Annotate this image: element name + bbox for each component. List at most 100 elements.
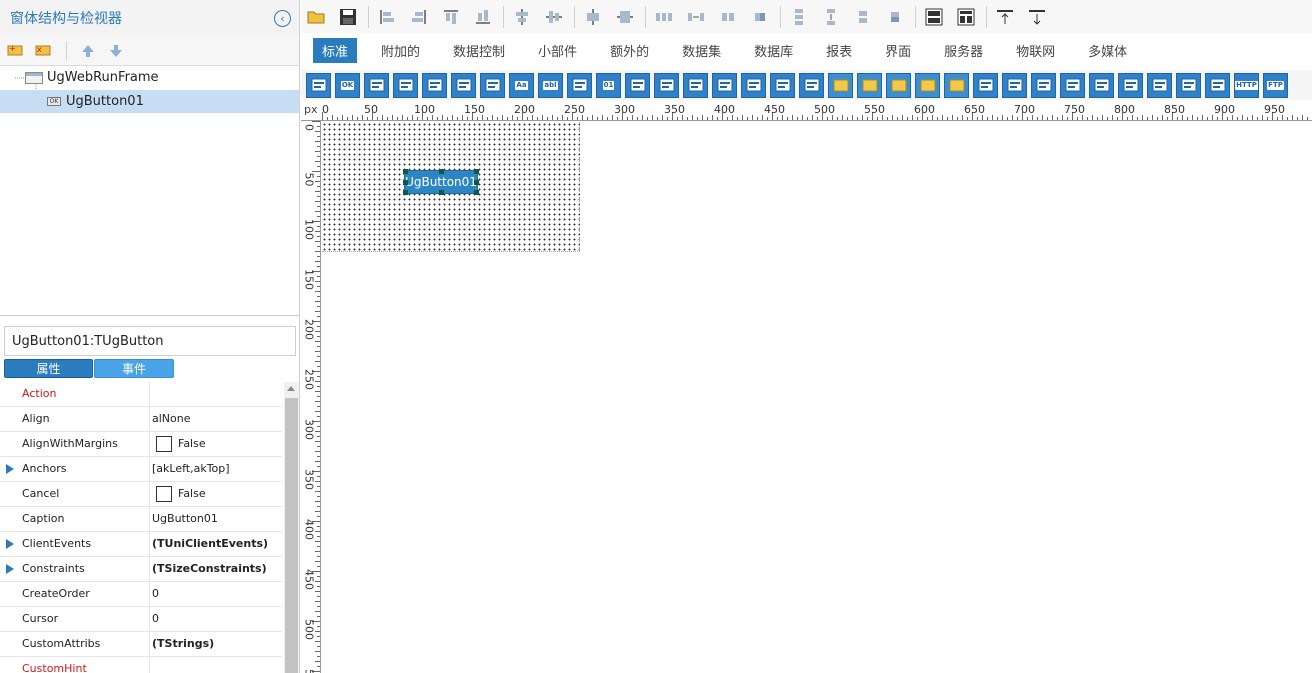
open-folder-icon[interactable]: [304, 5, 328, 29]
image-component-icon[interactable]: [770, 72, 795, 98]
space-h-equal-icon[interactable]: [652, 5, 676, 29]
property-row[interactable]: Cancel False: [0, 482, 282, 507]
property-row[interactable]: Cursor 0: [0, 607, 282, 632]
property-row[interactable]: Align alNone: [0, 407, 282, 432]
center-horizontal-icon[interactable]: [581, 5, 605, 29]
frame-component-icon[interactable]: [973, 72, 998, 98]
folder-3-component-icon[interactable]: [886, 72, 911, 98]
collapse-left-icon[interactable]: ‹: [274, 9, 291, 27]
palette-tab[interactable]: 数据控制: [444, 38, 514, 63]
list-component-icon[interactable]: [654, 72, 679, 98]
tree-node-button[interactable]: OK UgButton01: [0, 90, 299, 113]
resize-grip[interactable]: [403, 180, 408, 185]
property-value[interactable]: (TSizeConstraints): [152, 557, 267, 581]
align-top-icon[interactable]: [439, 5, 463, 29]
folder-4-component-icon[interactable]: [915, 72, 940, 98]
checkbox[interactable]: [156, 486, 172, 502]
send-to-back-icon[interactable]: [1025, 5, 1049, 29]
http-component-icon[interactable]: HTTP: [1234, 72, 1259, 98]
palette-tab[interactable]: 数据库: [745, 38, 802, 63]
label-aa-component-icon[interactable]: Aa: [509, 72, 534, 98]
ftp-component-icon[interactable]: FTP: [1263, 72, 1288, 98]
palette-tab[interactable]: 小部件: [529, 38, 586, 63]
menu-component-icon[interactable]: [712, 72, 737, 98]
same-width-icon[interactable]: [922, 5, 946, 29]
number-edit-component-icon[interactable]: 01: [596, 72, 621, 98]
resize-grip[interactable]: [403, 169, 408, 174]
property-value[interactable]: UgButton01: [152, 507, 218, 531]
add-component-icon[interactable]: +: [4, 40, 26, 62]
property-value[interactable]: 0: [152, 582, 159, 606]
tree-node-frame[interactable]: UgWebRunFrame: [0, 66, 299, 89]
property-value[interactable]: (TStrings): [152, 632, 214, 656]
scrollbox-component-icon[interactable]: [1031, 72, 1056, 98]
delete-component-icon[interactable]: x: [32, 40, 54, 62]
center-vertical-icon[interactable]: [613, 5, 637, 29]
align-left-icon[interactable]: [375, 5, 399, 29]
property-value[interactable]: False: [152, 432, 206, 456]
align-right-icon[interactable]: [407, 5, 431, 29]
property-row[interactable]: ClientEvents (TUniClientEvents): [0, 532, 282, 557]
space-h-remove-icon[interactable]: [748, 5, 772, 29]
timer-component-icon[interactable]: [1205, 72, 1230, 98]
scroll-up-icon[interactable]: [287, 386, 295, 391]
checkbox-component-icon[interactable]: [422, 72, 447, 98]
edit-abl-component-icon[interactable]: abl: [538, 72, 563, 98]
palette-tab[interactable]: 数据集: [673, 38, 730, 63]
tab-events[interactable]: 事件: [94, 359, 174, 378]
checkbox[interactable]: [156, 436, 172, 452]
folder-1-component-icon[interactable]: [828, 72, 853, 98]
video-component-icon[interactable]: [1060, 72, 1085, 98]
space-h-decrease-icon[interactable]: [716, 5, 740, 29]
palette-tab[interactable]: 物联网: [1007, 38, 1064, 63]
property-row[interactable]: Constraints (TSizeConstraints): [0, 557, 282, 582]
palette-tab[interactable]: 标准: [313, 37, 358, 63]
shape-component-icon[interactable]: [799, 72, 824, 98]
radio-component-icon[interactable]: [393, 72, 418, 98]
tree-grid-component-icon[interactable]: [1176, 72, 1201, 98]
edit-component-icon[interactable]: [567, 72, 592, 98]
date-edit-component-icon[interactable]: [625, 72, 650, 98]
grid-component-icon[interactable]: [1118, 72, 1143, 98]
button-component-icon[interactable]: OK: [335, 72, 360, 98]
move-down-icon[interactable]: [105, 40, 127, 62]
palette-tab[interactable]: 附加的: [372, 38, 429, 63]
align-bottom-icon[interactable]: [471, 5, 495, 29]
palette-tab[interactable]: 报表: [817, 38, 861, 63]
tab-properties[interactable]: 属性: [4, 359, 93, 378]
property-row[interactable]: Action: [0, 382, 282, 407]
scroll-thumb[interactable]: [285, 398, 298, 673]
space-v-remove-icon[interactable]: [883, 5, 907, 29]
bring-to-front-icon[interactable]: [993, 5, 1017, 29]
design-canvas[interactable]: UgButton01: [322, 122, 1312, 673]
folder-2-component-icon[interactable]: [857, 72, 882, 98]
expand-arrow-icon[interactable]: [6, 464, 14, 474]
list-edit-component-icon[interactable]: [683, 72, 708, 98]
palette-tab[interactable]: 服务器: [935, 38, 992, 63]
space-h-increase-icon[interactable]: [684, 5, 708, 29]
property-row[interactable]: CustomHint: [0, 657, 282, 673]
resize-grip[interactable]: [403, 190, 408, 195]
memo-component-icon[interactable]: [480, 72, 505, 98]
palette-tab[interactable]: 多媒体: [1079, 38, 1136, 63]
image-2-component-icon[interactable]: [1089, 72, 1114, 98]
panel-component-icon[interactable]: [306, 72, 331, 98]
design-button[interactable]: UgButton01: [403, 169, 479, 195]
resize-grip[interactable]: [474, 169, 479, 174]
folder-5-component-icon[interactable]: [944, 72, 969, 98]
space-v-equal-icon[interactable]: [787, 5, 811, 29]
property-row[interactable]: CreateOrder 0: [0, 582, 282, 607]
move-up-icon[interactable]: [77, 40, 99, 62]
resize-grip[interactable]: [439, 190, 444, 195]
palette-tab[interactable]: 额外的: [601, 38, 658, 63]
property-row[interactable]: Caption UgButton01: [0, 507, 282, 532]
property-value[interactable]: False: [152, 482, 206, 506]
property-value[interactable]: (TUniClientEvents): [152, 532, 268, 556]
space-v-increase-icon[interactable]: [819, 5, 843, 29]
expand-arrow-icon[interactable]: [6, 539, 14, 549]
property-value[interactable]: [akLeft,akTop]: [152, 457, 230, 481]
save-icon[interactable]: [336, 5, 360, 29]
align-center-h-icon[interactable]: [510, 5, 534, 29]
property-scrollbar[interactable]: [284, 382, 299, 673]
property-value[interactable]: 0: [152, 607, 159, 631]
